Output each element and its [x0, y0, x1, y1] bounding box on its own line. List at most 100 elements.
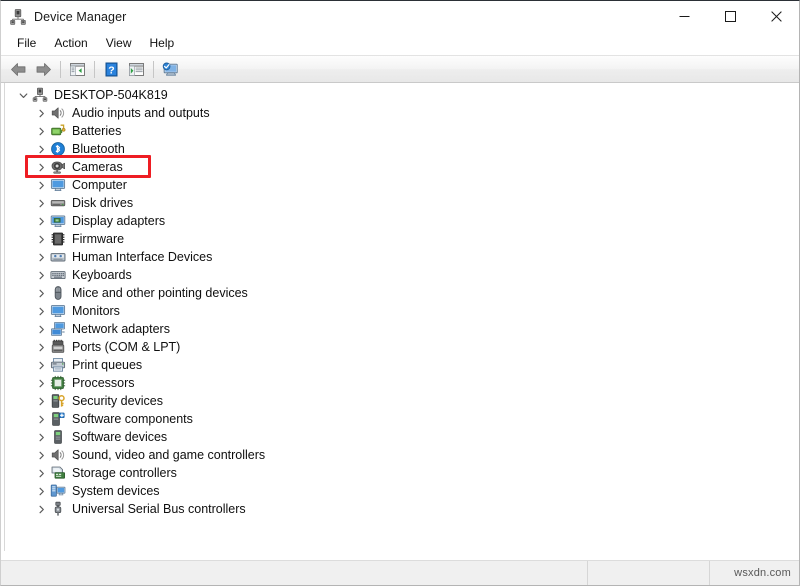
tree-item-display-adapters[interactable]: Display adapters — [5, 212, 799, 230]
processor-icon — [49, 375, 66, 392]
maximize-icon — [725, 11, 736, 22]
tree-item-label: Batteries — [72, 122, 121, 140]
window-title: Device Manager — [34, 10, 126, 24]
monitor-icon — [49, 177, 66, 194]
tree-item-label: Security devices — [72, 392, 163, 410]
tree-item-software-devices[interactable]: Software devices — [5, 428, 799, 446]
tree-item-label: Universal Serial Bus controllers — [72, 500, 246, 518]
chevron-right-icon[interactable] — [33, 500, 49, 518]
speaker-icon — [49, 105, 66, 122]
tree-item-cameras[interactable]: Cameras — [5, 158, 799, 176]
chevron-right-icon[interactable] — [33, 428, 49, 446]
tree-item-mice-and-other-pointing-devices[interactable]: Mice and other pointing devices — [5, 284, 799, 302]
tree-item-monitors[interactable]: Monitors — [5, 302, 799, 320]
tree-item-human-interface-devices[interactable]: Human Interface Devices — [5, 248, 799, 266]
tree-item-label: Display adapters — [72, 212, 165, 230]
tree-item-ports-com-lpt[interactable]: Ports (COM & LPT) — [5, 338, 799, 356]
tree-item-software-components[interactable]: Software components — [5, 410, 799, 428]
tree-item-universal-serial-bus-controllers[interactable]: Universal Serial Bus controllers — [5, 500, 799, 518]
console-tree-icon — [69, 62, 86, 77]
tree-item-label: Ports (COM & LPT) — [72, 338, 180, 356]
properties-icon — [128, 62, 145, 77]
chevron-right-icon[interactable] — [33, 464, 49, 482]
device-manager-icon — [9, 8, 27, 26]
title-bar: Device Manager — [1, 1, 799, 32]
tree-item-label: Sound, video and game controllers — [72, 446, 265, 464]
tree-item-security-devices[interactable]: Security devices — [5, 392, 799, 410]
tree-item-processors[interactable]: Processors — [5, 374, 799, 392]
chevron-right-icon[interactable] — [33, 266, 49, 284]
system-device-icon — [49, 483, 66, 500]
tree-item-bluetooth[interactable]: Bluetooth — [5, 140, 799, 158]
chevron-right-icon[interactable] — [33, 482, 49, 500]
port-icon — [49, 339, 66, 356]
chevron-right-icon[interactable] — [33, 410, 49, 428]
chevron-right-icon[interactable] — [33, 356, 49, 374]
chevron-right-icon[interactable] — [33, 158, 49, 176]
maximize-button[interactable] — [707, 1, 753, 32]
network-adapter-icon — [49, 321, 66, 338]
device-tree: DESKTOP-504K819 Audio inputs and outputs… — [5, 83, 799, 518]
hid-icon — [49, 249, 66, 266]
software-component-icon — [49, 411, 66, 428]
chevron-right-icon[interactable] — [33, 194, 49, 212]
chevron-right-icon[interactable] — [33, 140, 49, 158]
tree-item-batteries[interactable]: Batteries — [5, 122, 799, 140]
tree-item-sound-video-and-game-controllers[interactable]: Sound, video and game controllers — [5, 446, 799, 464]
menu-action[interactable]: Action — [45, 33, 96, 54]
tree-item-disk-drives[interactable]: Disk drives — [5, 194, 799, 212]
tree-root-label: DESKTOP-504K819 — [54, 86, 168, 104]
chevron-right-icon[interactable] — [33, 302, 49, 320]
computer-root-icon — [31, 87, 48, 104]
back-button[interactable] — [6, 58, 31, 81]
tree-item-keyboards[interactable]: Keyboards — [5, 266, 799, 284]
tree-item-firmware[interactable]: Firmware — [5, 230, 799, 248]
tree-item-storage-controllers[interactable]: Storage controllers — [5, 464, 799, 482]
keyboard-icon — [49, 267, 66, 284]
back-arrow-icon — [10, 62, 27, 77]
toolbar: ? — [1, 55, 799, 83]
tree-item-label: Network adapters — [72, 320, 170, 338]
disk-drive-icon — [49, 195, 66, 212]
chevron-right-icon[interactable] — [33, 230, 49, 248]
tree-item-system-devices[interactable]: System devices — [5, 482, 799, 500]
chevron-right-icon[interactable] — [33, 446, 49, 464]
chevron-down-icon[interactable] — [15, 86, 31, 104]
chevron-right-icon[interactable] — [33, 284, 49, 302]
chevron-right-icon[interactable] — [33, 122, 49, 140]
minimize-button[interactable] — [661, 1, 707, 32]
tree-root-row[interactable]: DESKTOP-504K819 — [5, 86, 799, 104]
menu-help[interactable]: Help — [141, 33, 184, 54]
tree-item-label: Keyboards — [72, 266, 132, 284]
chevron-right-icon[interactable] — [33, 212, 49, 230]
chevron-right-icon[interactable] — [33, 176, 49, 194]
scan-hardware-icon — [161, 61, 180, 77]
show-hide-console-tree-button[interactable] — [65, 58, 90, 81]
chevron-right-icon[interactable] — [33, 392, 49, 410]
tree-item-print-queues[interactable]: Print queues — [5, 356, 799, 374]
chevron-right-icon[interactable] — [33, 338, 49, 356]
close-button[interactable] — [753, 1, 799, 32]
tree-item-computer[interactable]: Computer — [5, 176, 799, 194]
tree-item-audio-inputs-and-outputs[interactable]: Audio inputs and outputs — [5, 104, 799, 122]
properties-button[interactable] — [124, 58, 149, 81]
chevron-right-icon[interactable] — [33, 320, 49, 338]
tree-item-label: Cameras — [72, 158, 123, 176]
scan-hardware-changes-button[interactable] — [158, 58, 183, 81]
forward-button[interactable] — [31, 58, 56, 81]
menu-view[interactable]: View — [97, 33, 141, 54]
chevron-right-icon[interactable] — [33, 248, 49, 266]
tree-item-network-adapters[interactable]: Network adapters — [5, 320, 799, 338]
site-watermark: wsxdn.com — [734, 567, 791, 579]
display-adapter-icon — [49, 213, 66, 230]
storage-controller-icon — [49, 465, 66, 482]
chevron-right-icon[interactable] — [33, 374, 49, 392]
help-button[interactable]: ? — [99, 58, 124, 81]
tree-item-label: Processors — [72, 374, 135, 392]
chevron-right-icon[interactable] — [33, 104, 49, 122]
menu-file[interactable]: File — [8, 33, 45, 54]
device-tree-panel[interactable]: DESKTOP-504K819 Audio inputs and outputs… — [4, 83, 799, 551]
status-bar: wsxdn.com — [1, 560, 799, 585]
security-device-icon — [49, 393, 66, 410]
monitor-icon — [49, 303, 66, 320]
